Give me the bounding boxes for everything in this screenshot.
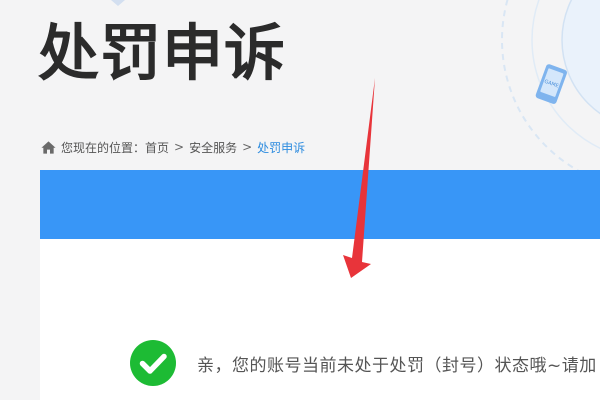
breadcrumb: 您现在的位置： 首页 > 安全服务 > 处罚申诉 (41, 137, 305, 157)
game-tablet-icon: GAME (535, 64, 567, 104)
breadcrumb-security-link[interactable]: 安全服务 (189, 139, 237, 156)
breadcrumb-current: 处罚申诉 (257, 140, 306, 155)
status-row: 亲，您的账号当前未处于处罚（封号）状态哦~请加 (130, 340, 597, 386)
status-message: 亲，您的账号当前未处于处罚（封号）状态哦~请加 (197, 355, 597, 376)
content-card: 亲，您的账号当前未处于处罚（封号）状态哦~请加 (40, 170, 600, 400)
card-header-bar (40, 170, 600, 239)
check-circle-icon (130, 340, 176, 386)
home-icon (41, 140, 56, 155)
breadcrumb-separator: > (242, 140, 253, 154)
breadcrumb-prefix: 您现在的位置： (61, 140, 146, 155)
breadcrumb-home-link[interactable]: 首页 (145, 139, 169, 156)
small-triangle-icon (111, 0, 125, 6)
breadcrumb-separator: > (174, 140, 185, 154)
page-title: 处罚申诉 (38, 18, 287, 89)
